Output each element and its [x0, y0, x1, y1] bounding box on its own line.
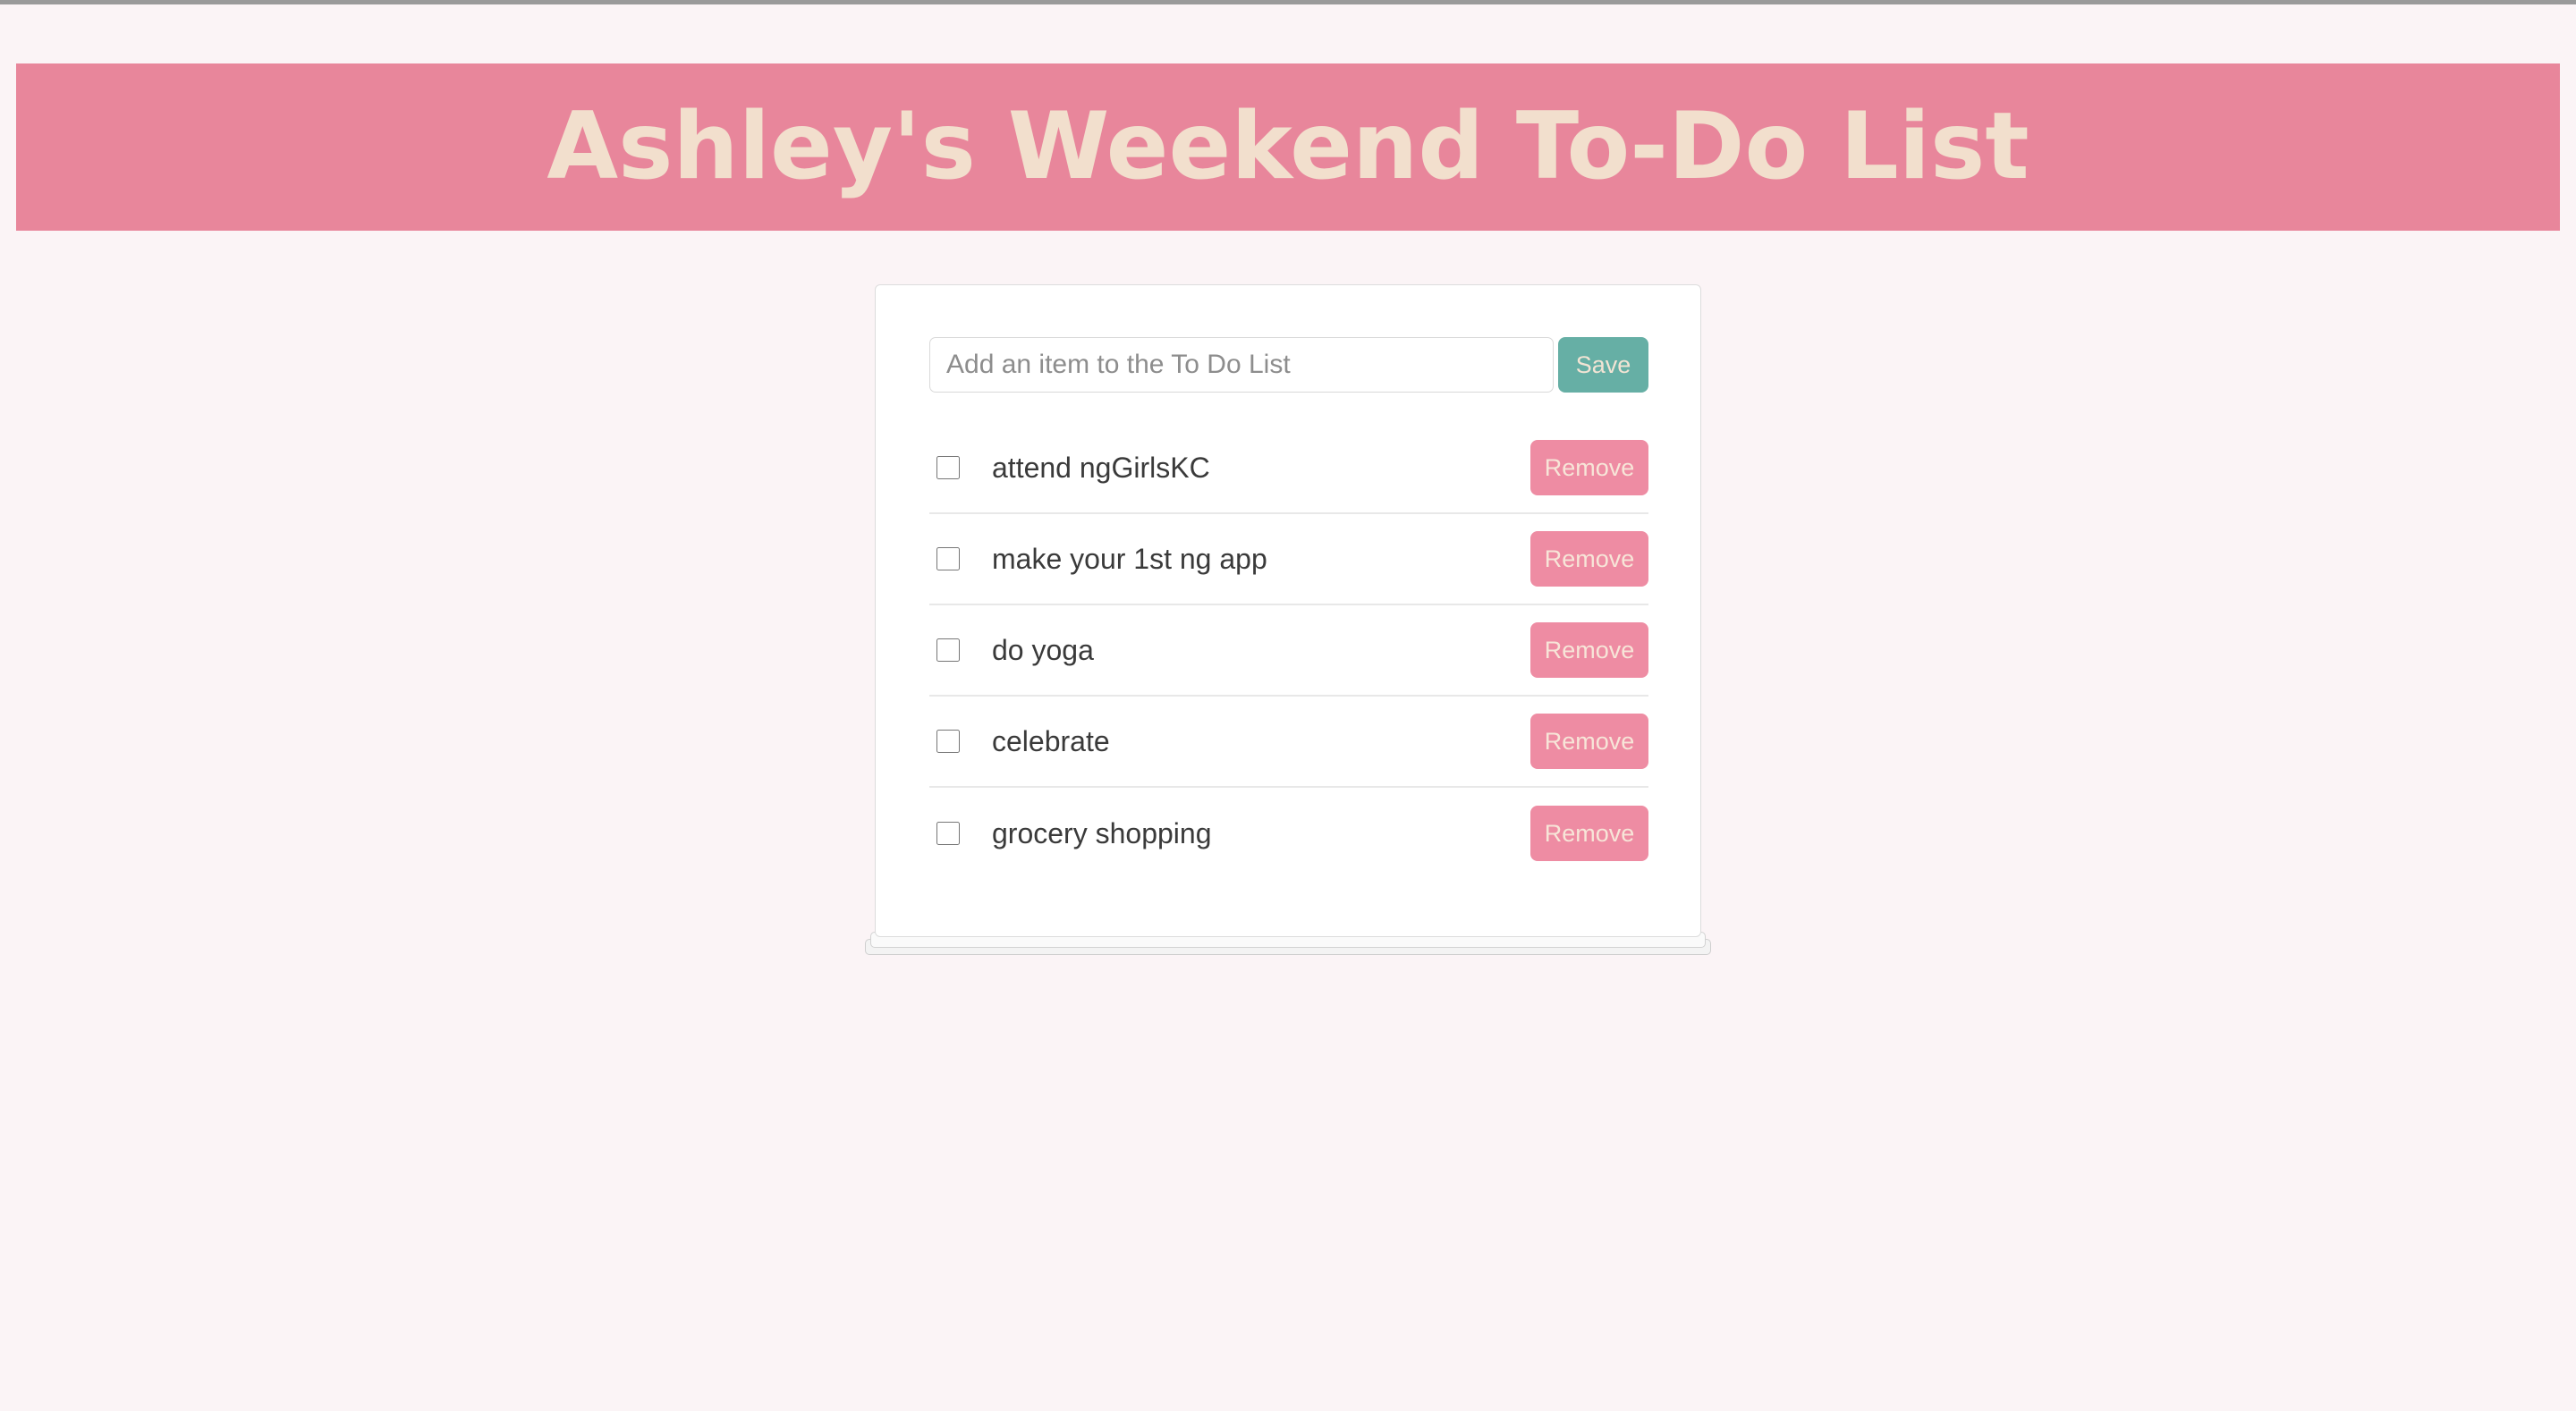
remove-button[interactable]: Remove — [1530, 714, 1648, 769]
todo-list-item: attend ngGirlsKC Remove — [929, 423, 1648, 514]
page-title: Ashley's Weekend To-Do List — [547, 93, 2029, 200]
page-root: Ashley's Weekend To-Do List Save attend … — [0, 4, 2576, 1411]
todo-item-label: grocery shopping — [992, 816, 1212, 849]
remove-button[interactable]: Remove — [1530, 440, 1648, 495]
add-item-input[interactable] — [929, 337, 1554, 393]
todo-item-checkbox[interactable] — [936, 456, 960, 479]
todo-item-label: celebrate — [992, 724, 1110, 757]
todo-list-item: make your 1st ng app Remove — [929, 514, 1648, 605]
todo-card-wrapper: Save attend ngGirlsKC Remove make your 1… — [865, 284, 1711, 955]
todo-item-checkbox[interactable] — [936, 730, 960, 753]
add-item-form: Save — [929, 337, 1648, 393]
header-banner: Ashley's Weekend To-Do List — [16, 63, 2560, 231]
todo-list-item: celebrate Remove — [929, 697, 1648, 788]
todo-item-checkbox[interactable] — [936, 638, 960, 662]
todo-item-label: attend ngGirlsKC — [992, 451, 1210, 484]
todo-item-checkbox[interactable] — [936, 547, 960, 570]
todo-card: Save attend ngGirlsKC Remove make your 1… — [875, 284, 1701, 937]
todo-card-body: Save attend ngGirlsKC Remove make your 1… — [876, 285, 1700, 931]
remove-button[interactable]: Remove — [1530, 622, 1648, 678]
todo-item-label: do yoga — [992, 633, 1094, 666]
remove-button[interactable]: Remove — [1530, 531, 1648, 587]
save-button[interactable]: Save — [1558, 337, 1648, 393]
todo-list-item: grocery shopping Remove — [929, 788, 1648, 879]
todo-item-checkbox[interactable] — [936, 822, 960, 845]
todo-item-label: make your 1st ng app — [992, 542, 1267, 575]
todo-list: attend ngGirlsKC Remove make your 1st ng… — [929, 423, 1648, 879]
remove-button[interactable]: Remove — [1530, 806, 1648, 861]
todo-list-item: do yoga Remove — [929, 605, 1648, 697]
